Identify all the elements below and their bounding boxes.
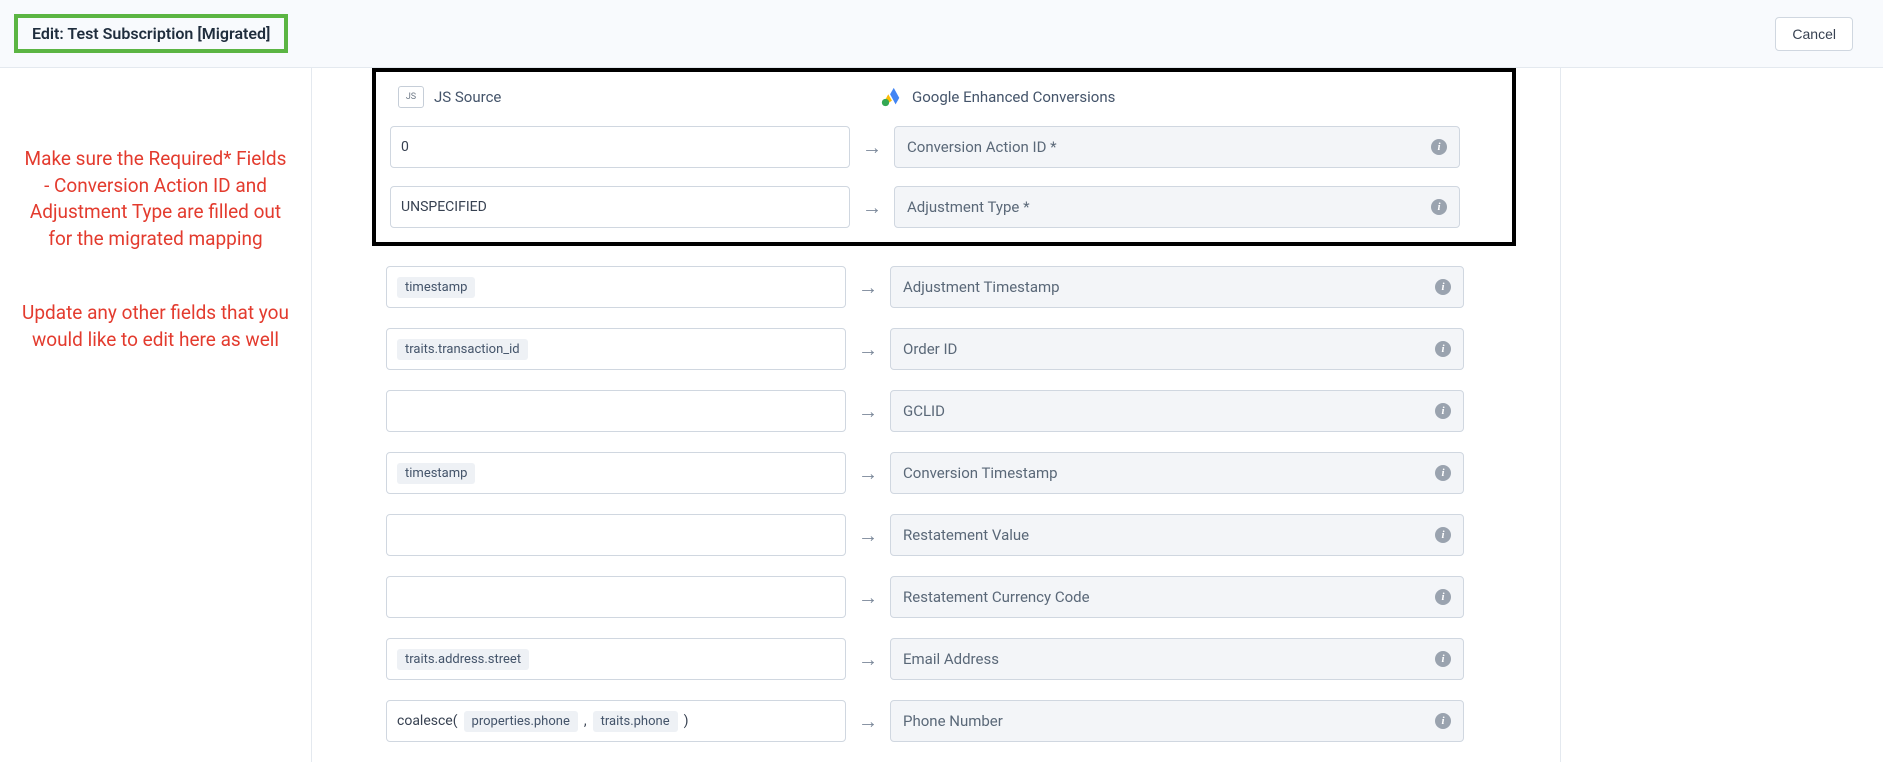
destination-label: Restatement Value — [903, 526, 1029, 544]
mapping-row: traits.transaction_id → Order ID i — [386, 328, 1464, 370]
source-field[interactable]: traits.address.street — [386, 638, 846, 680]
destination-header: Google Enhanced Conversions — [880, 86, 1460, 108]
source-text: ) — [684, 713, 689, 729]
js-source-icon: JS — [398, 86, 424, 108]
source-field[interactable]: UNSPECIFIED — [390, 186, 850, 228]
info-icon[interactable]: i — [1431, 139, 1447, 155]
destination-label: Phone Number — [903, 712, 1003, 730]
info-icon[interactable]: i — [1431, 199, 1447, 215]
info-icon[interactable]: i — [1435, 527, 1451, 543]
source-text: coalesce( — [397, 713, 458, 729]
info-icon[interactable]: i — [1435, 465, 1451, 481]
destination-header-label: Google Enhanced Conversions — [912, 88, 1115, 106]
source-chip: timestamp — [397, 277, 475, 298]
destination-field[interactable]: Email Address i — [890, 638, 1464, 680]
info-icon[interactable]: i — [1435, 403, 1451, 419]
arrow-icon: → — [846, 401, 890, 421]
google-ads-icon — [880, 86, 902, 108]
arrow-icon: → — [846, 339, 890, 359]
arrow-icon: → — [846, 277, 890, 297]
annotation-update-fields: Update any other fields that you would l… — [20, 300, 291, 353]
mapping-row: → GCLID i — [386, 390, 1464, 432]
arrow-icon: → — [846, 649, 890, 669]
destination-label: GCLID — [903, 402, 945, 420]
destination-field[interactable]: Phone Number i — [890, 700, 1464, 742]
mapping-rows: timestamp→Adjustment Timestampitraits.tr… — [372, 266, 1516, 742]
arrow-icon: → — [846, 525, 890, 545]
mapping-row: → Restatement Value i — [386, 514, 1464, 556]
arrow-icon: → — [850, 137, 894, 157]
arrow-icon: → — [846, 587, 890, 607]
info-icon[interactable]: i — [1435, 589, 1451, 605]
source-field[interactable]: 0 — [390, 126, 850, 168]
source-field[interactable] — [386, 514, 846, 556]
destination-field[interactable]: Conversion Action ID * i — [894, 126, 1460, 168]
source-field[interactable]: traits.transaction_id — [386, 328, 846, 370]
source-field[interactable]: timestamp — [386, 266, 846, 308]
source-destination-header: JS JS Source Google Enhanced Conversions — [390, 86, 1460, 108]
destination-label: Order ID — [903, 340, 957, 358]
mapping-row: coalesce( properties.phone, traits.phone) →… — [386, 700, 1464, 742]
source-field[interactable]: coalesce( properties.phone, traits.phone) — [386, 700, 846, 742]
destination-field[interactable]: Order ID i — [890, 328, 1464, 370]
destination-field[interactable]: Adjustment Timestamp i — [890, 266, 1464, 308]
source-header-label: JS Source — [434, 88, 501, 106]
source-chip: traits.transaction_id — [397, 339, 528, 360]
destination-label: Conversion Action ID * — [907, 138, 1057, 156]
source-text: 0 — [401, 139, 409, 155]
mapping-row: → Restatement Currency Code i — [386, 576, 1464, 618]
annotations-column: Make sure the Required* Fields - Convers… — [0, 68, 311, 432]
source-field[interactable]: timestamp — [386, 452, 846, 494]
info-icon[interactable]: i — [1435, 651, 1451, 667]
source-chip: timestamp — [397, 463, 475, 484]
source-field[interactable] — [386, 576, 846, 618]
destination-label: Conversion Timestamp — [903, 464, 1058, 482]
source-chip: traits.address.street — [397, 649, 529, 670]
mapping-card: JS JS Source Google Enhanced Conversions… — [311, 68, 1561, 762]
source-chip: traits.phone — [593, 711, 678, 732]
info-icon[interactable]: i — [1435, 713, 1451, 729]
source-chip: properties.phone — [464, 711, 578, 732]
mapping-row: timestamp → Adjustment Timestamp i — [386, 266, 1464, 308]
destination-field[interactable]: Restatement Value i — [890, 514, 1464, 556]
arrow-icon: → — [850, 197, 894, 217]
mapping-row: timestamp → Conversion Timestamp i — [386, 452, 1464, 494]
info-icon[interactable]: i — [1435, 279, 1451, 295]
annotation-required-fields: Make sure the Required* Fields - Convers… — [20, 146, 291, 252]
page-title: Edit: Test Subscription [Migrated] — [14, 14, 288, 53]
info-icon[interactable]: i — [1435, 341, 1451, 357]
source-field[interactable] — [386, 390, 846, 432]
destination-field[interactable]: Conversion Timestamp i — [890, 452, 1464, 494]
destination-field[interactable]: Adjustment Type * i — [894, 186, 1460, 228]
cancel-button[interactable]: Cancel — [1775, 17, 1853, 51]
arrow-icon: → — [846, 711, 890, 731]
mapping-row: UNSPECIFIED → Adjustment Type * i — [390, 186, 1460, 228]
source-header: JS JS Source — [398, 86, 868, 108]
destination-label: Adjustment Timestamp — [903, 278, 1060, 296]
destination-field[interactable]: Restatement Currency Code i — [890, 576, 1464, 618]
mapping-row: 0 → Conversion Action ID * i — [390, 126, 1460, 168]
source-text: , — [584, 713, 587, 729]
topbar: Edit: Test Subscription [Migrated] Cance… — [0, 0, 1883, 68]
destination-field[interactable]: GCLID i — [890, 390, 1464, 432]
destination-label: Restatement Currency Code — [903, 588, 1090, 606]
arrow-icon: → — [846, 463, 890, 483]
destination-label: Email Address — [903, 650, 999, 668]
mapping-row: traits.address.street → Email Address i — [386, 638, 1464, 680]
destination-label: Adjustment Type * — [907, 198, 1030, 216]
source-text: UNSPECIFIED — [401, 199, 487, 215]
required-fields-highlight: JS JS Source Google Enhanced Conversions… — [372, 68, 1516, 246]
